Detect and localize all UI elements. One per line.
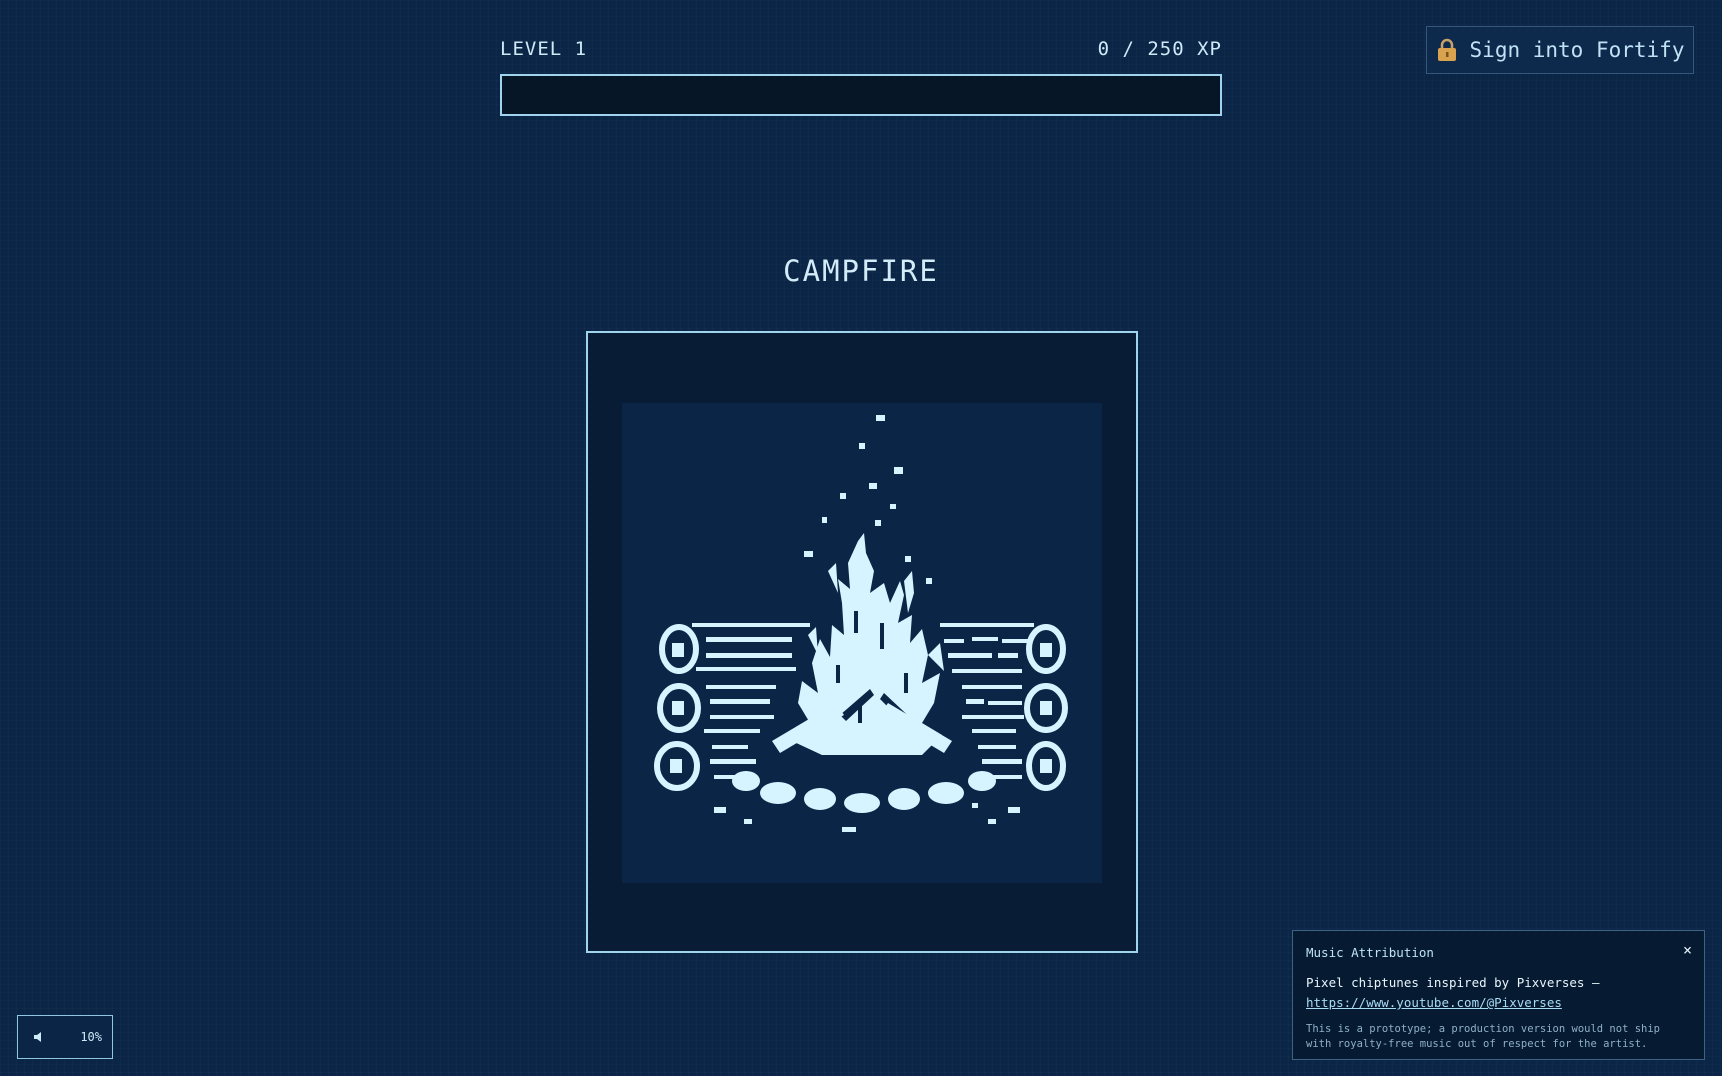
activity-title: CAMPFIRE xyxy=(783,254,939,288)
attribution-credit: Pixel chiptunes inspired by Pixverses — xyxy=(1306,975,1600,990)
attribution-heading: Music Attribution xyxy=(1306,945,1434,960)
campfire-illustration xyxy=(622,403,1102,883)
volume-control[interactable]: 10% xyxy=(17,1015,113,1059)
music-attribution-panel: Music Attribution × Pixel chiptunes insp… xyxy=(1292,930,1705,1060)
xp-counter: 0 / 250 XP xyxy=(1097,38,1222,60)
xp-header: LEVEL 1 0 / 250 XP xyxy=(500,36,1222,62)
campfire-icon xyxy=(654,415,1068,832)
xp-progress-bar xyxy=(500,74,1222,116)
speaker-icon[interactable] xyxy=(32,1030,46,1044)
volume-value: 10% xyxy=(80,1030,102,1044)
level-label: LEVEL 1 xyxy=(500,38,588,60)
artwork-frame xyxy=(586,331,1138,953)
sign-in-button[interactable]: Sign into Fortify xyxy=(1426,26,1694,74)
attribution-note: This is a prototype; a production versio… xyxy=(1306,1023,1661,1050)
sign-in-label: Sign into Fortify xyxy=(1469,38,1685,62)
lock-icon xyxy=(1436,38,1458,62)
attribution-link[interactable]: https://www.youtube.com/@Pixverses xyxy=(1306,994,1562,1012)
close-icon[interactable]: × xyxy=(1683,943,1692,958)
